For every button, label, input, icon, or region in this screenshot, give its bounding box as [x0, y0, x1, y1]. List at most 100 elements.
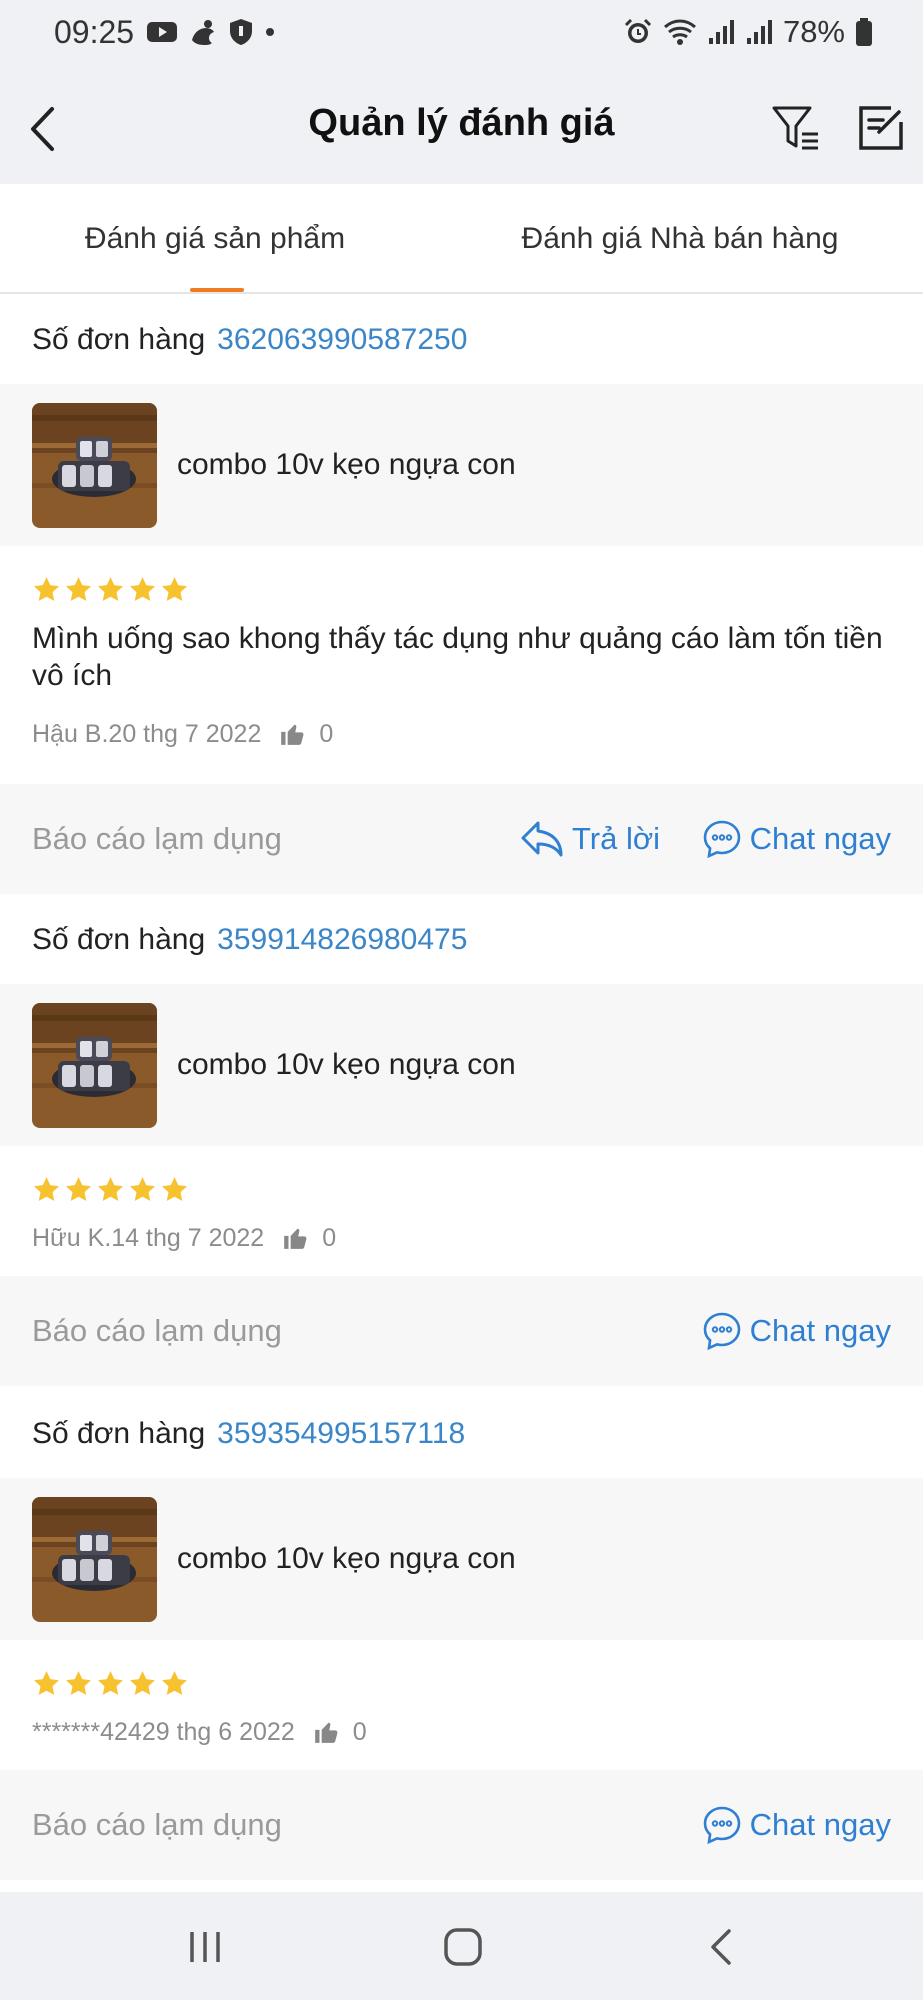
review-card: Số đơn hàng 359914826980475 combo 10v kẹ…	[0, 896, 923, 1386]
order-label: Số đơn hàng	[32, 923, 206, 956]
reply-label: Trả lời	[572, 821, 661, 856]
filter-button[interactable]	[770, 102, 822, 154]
star-rating	[32, 1172, 891, 1206]
reviewer-date: *******42429 thg 6 2022	[32, 1717, 295, 1746]
product-row[interactable]: combo 10v kẹo ngựa con	[0, 984, 923, 1146]
star-icon	[64, 575, 93, 604]
report-abuse-button[interactable]: Báo cáo lạm dụng	[32, 784, 282, 894]
star-icon	[128, 1669, 157, 1698]
tab-seller-reviews[interactable]: Đánh giá Nhà bán hàng	[500, 184, 860, 294]
home-icon	[444, 1928, 482, 1966]
reply-icon	[521, 821, 563, 857]
status-notification-icons	[146, 18, 276, 46]
action-row: Báo cáo lạm dụng Chat ngay	[0, 1770, 923, 1880]
thumbs-up-icon[interactable]	[313, 1719, 339, 1745]
edit-button[interactable]	[855, 102, 907, 154]
chat-icon	[702, 1311, 742, 1351]
edit-icon	[859, 106, 903, 150]
star-rating	[32, 572, 891, 606]
active-tab-indicator	[190, 288, 244, 292]
star-icon	[160, 575, 189, 604]
review-card: Số đơn hàng 359354995157118 combo 10v kẹ…	[0, 1390, 923, 1880]
recent-apps-icon	[190, 1932, 220, 1962]
home-button[interactable]	[438, 1922, 488, 1972]
star-rating	[32, 1666, 891, 1700]
product-thumbnail	[32, 1003, 157, 1128]
product-thumbnail	[32, 1497, 157, 1622]
review-meta: Hữu K.14 thg 7 2022 0	[32, 1220, 891, 1256]
status-system-icons: 78%	[623, 14, 873, 50]
star-icon	[128, 1175, 157, 1204]
back-icon	[711, 1929, 731, 1965]
star-icon	[32, 1175, 61, 1204]
like-count: 0	[352, 1717, 367, 1746]
chat-now-button[interactable]: Chat ngay	[702, 1770, 891, 1880]
chat-label: Chat ngay	[749, 821, 891, 856]
order-number-link[interactable]: 362063990587250	[217, 323, 467, 357]
like-count: 0	[322, 1223, 337, 1252]
product-thumbnail	[32, 403, 157, 528]
app-header: Quản lý đánh giá	[0, 72, 923, 184]
product-name: combo 10v kẹo ngựa con	[177, 1542, 516, 1575]
star-icon	[32, 1669, 61, 1698]
system-nav-bar	[0, 1892, 923, 2000]
star-icon	[96, 1669, 125, 1698]
star-icon	[96, 1175, 125, 1204]
battery-percent: 78%	[782, 14, 845, 49]
order-row: Số đơn hàng 362063990587250	[0, 296, 923, 384]
wifi-icon	[663, 19, 696, 45]
report-abuse-button[interactable]: Báo cáo lạm dụng	[32, 1276, 282, 1386]
order-label: Số đơn hàng	[32, 323, 206, 356]
shield-icon	[230, 19, 252, 45]
product-name: combo 10v kẹo ngựa con	[177, 1048, 516, 1081]
chat-now-button[interactable]: Chat ngay	[702, 1276, 891, 1386]
action-row: Báo cáo lạm dụng Trả lời Chat ngay	[0, 784, 923, 894]
order-row: Số đơn hàng 359914826980475	[0, 896, 923, 984]
product-row[interactable]: combo 10v kẹo ngựa con	[0, 384, 923, 546]
star-icon	[128, 575, 157, 604]
status-bar: 09:25 78%	[0, 0, 923, 72]
star-icon	[96, 575, 125, 604]
chat-icon	[702, 1805, 742, 1845]
review-body: Mình uống sao khong thấy tác dụng như qu…	[0, 546, 923, 784]
review-body: *******42429 thg 6 2022 0	[0, 1640, 923, 1770]
order-number-link[interactable]: 359354995157118	[217, 1417, 465, 1451]
review-text: Mình uống sao khong thấy tác dụng như qu…	[32, 622, 883, 692]
order-row: Số đơn hàng 359354995157118	[0, 1390, 923, 1478]
thumbs-up-icon[interactable]	[279, 721, 305, 747]
battery-icon	[856, 18, 872, 46]
reply-button[interactable]: Trả lời	[520, 784, 660, 894]
review-meta: *******42429 thg 6 2022 0	[32, 1714, 891, 1750]
report-abuse-button[interactable]: Báo cáo lạm dụng	[32, 1770, 282, 1880]
reviewer-date: Hữu K.14 thg 7 2022	[32, 1223, 265, 1252]
thumbs-up-icon[interactable]	[282, 1225, 308, 1251]
product-name: combo 10v kẹo ngựa con	[177, 448, 516, 481]
order-number-link[interactable]: 359914826980475	[217, 923, 467, 957]
signal-icon	[746, 20, 772, 44]
star-icon	[160, 1175, 189, 1204]
order-label: Số đơn hàng	[32, 1417, 206, 1450]
reviewer-date: Hậu B.20 thg 7 2022	[32, 719, 262, 748]
chat-now-button[interactable]: Chat ngay	[702, 784, 891, 894]
alarm-icon	[624, 18, 652, 43]
product-row[interactable]: combo 10v kẹo ngựa con	[0, 1478, 923, 1640]
like-count: 0	[319, 719, 334, 748]
review-card: Số đơn hàng 362063990587250 combo 10v kẹ…	[0, 296, 923, 894]
app-icon	[192, 20, 214, 45]
filter-icon	[772, 106, 818, 150]
status-time: 09:25	[54, 14, 135, 50]
star-icon	[64, 1175, 93, 1204]
review-body: Hữu K.14 thg 7 2022 0	[0, 1146, 923, 1276]
signal-icon	[708, 20, 734, 44]
tab-product-reviews[interactable]: Đánh giá sản phẩm	[60, 184, 370, 294]
chat-icon	[702, 819, 742, 859]
tab-bar: Đánh giá sản phẩm Đánh giá Nhà bán hàng	[0, 184, 923, 294]
youtube-icon	[147, 22, 177, 42]
dot-icon	[266, 28, 274, 36]
nav-back-button[interactable]	[698, 1922, 748, 1972]
star-icon	[32, 575, 61, 604]
recent-apps-button[interactable]	[180, 1922, 230, 1972]
chat-label: Chat ngay	[749, 1313, 891, 1348]
star-icon	[64, 1669, 93, 1698]
action-row: Báo cáo lạm dụng Chat ngay	[0, 1276, 923, 1386]
